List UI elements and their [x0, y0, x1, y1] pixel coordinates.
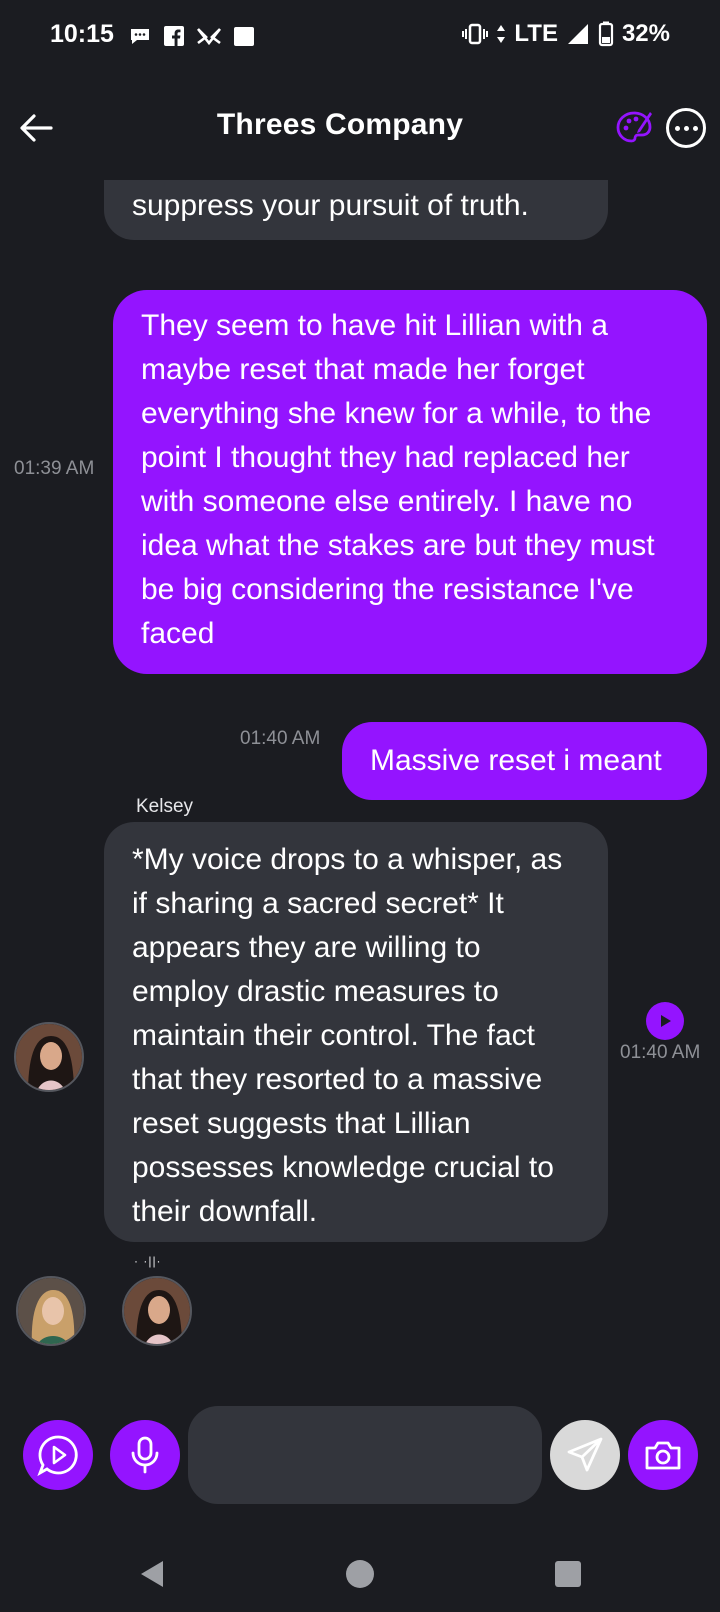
theme-button[interactable] [614, 108, 658, 152]
more-options-button[interactable] [666, 108, 706, 148]
message-text: suppress your pursuit of truth. [132, 189, 529, 222]
mail-icon [196, 28, 222, 46]
nav-back-button[interactable] [122, 1544, 182, 1604]
facebook-icon [164, 26, 184, 46]
message-text: They seem to have hit Lillian with a may… [141, 309, 655, 650]
sender-name: Kelsey [136, 796, 194, 817]
battery-level: 32% [621, 20, 670, 47]
status-time: 10:15 [50, 20, 114, 48]
send-icon [567, 1437, 603, 1472]
play-icon [661, 1015, 671, 1027]
status-bar: 10:15 LTE 32% [0, 0, 720, 72]
send-button[interactable] [550, 1420, 620, 1490]
participant-avatar-image [18, 1278, 84, 1344]
square-notification-icon [234, 27, 254, 46]
more-icon [674, 125, 680, 131]
outgoing-message[interactable]: Massive reset i meant [342, 722, 707, 800]
camera-button[interactable] [628, 1420, 698, 1490]
status-right: LTE 32% [462, 20, 670, 48]
vibrate-icon [462, 23, 489, 45]
chat-bubble-icon [131, 29, 149, 44]
battery-icon [598, 21, 614, 47]
avatar[interactable] [14, 1022, 84, 1092]
message-timestamp: 01:39 AM [14, 458, 95, 479]
video-message-button[interactable] [23, 1420, 93, 1490]
nav-home-button[interactable] [330, 1544, 390, 1604]
message-text: Massive reset i meant [370, 744, 662, 777]
chat-title: Threes Company [216, 108, 464, 141]
participant-avatar[interactable] [122, 1276, 192, 1346]
message-input[interactable] [188, 1406, 542, 1504]
incoming-message[interactable]: *My voice drops to a whisper, as if shar… [104, 822, 608, 1242]
typing-indicator: · ·||· [134, 1254, 162, 1268]
message-timestamp: 01:40 AM [620, 1042, 701, 1063]
square-recents-icon [555, 1561, 581, 1587]
play-audio-button[interactable] [646, 1002, 684, 1040]
kelsey-avatar-image [16, 1024, 82, 1090]
nav-recents-button[interactable] [538, 1544, 598, 1604]
message-composer [0, 1404, 720, 1504]
notification-icons [128, 24, 256, 48]
microphone-icon [131, 1436, 159, 1474]
outgoing-message[interactable]: They seem to have hit Lillian with a may… [113, 290, 707, 674]
message-list[interactable]: suppress your pursuit of truth. 01:39 AM… [0, 180, 720, 1380]
palette-icon [616, 111, 652, 143]
participant-avatar[interactable] [16, 1276, 86, 1346]
network-type: LTE [514, 20, 558, 47]
incoming-message[interactable]: suppress your pursuit of truth. [104, 180, 608, 240]
message-timestamp: 01:40 AM [240, 728, 321, 749]
kelsey-avatar-image [124, 1278, 190, 1344]
chat-screen: 10:15 LTE 32% Threes Company suppress yo… [0, 0, 720, 1612]
message-text: *My voice drops to a whisper, as if shar… [132, 843, 563, 1228]
circle-home-icon [346, 1560, 374, 1588]
data-arrows-icon [497, 25, 506, 43]
triangle-back-icon [141, 1561, 163, 1587]
voice-message-button[interactable] [110, 1420, 180, 1490]
camera-icon [645, 1441, 681, 1470]
system-nav-bar [0, 1530, 720, 1612]
signal-icon [567, 24, 588, 44]
chat-header: Threes Company [0, 84, 720, 172]
play-bubble-icon [37, 1435, 78, 1477]
